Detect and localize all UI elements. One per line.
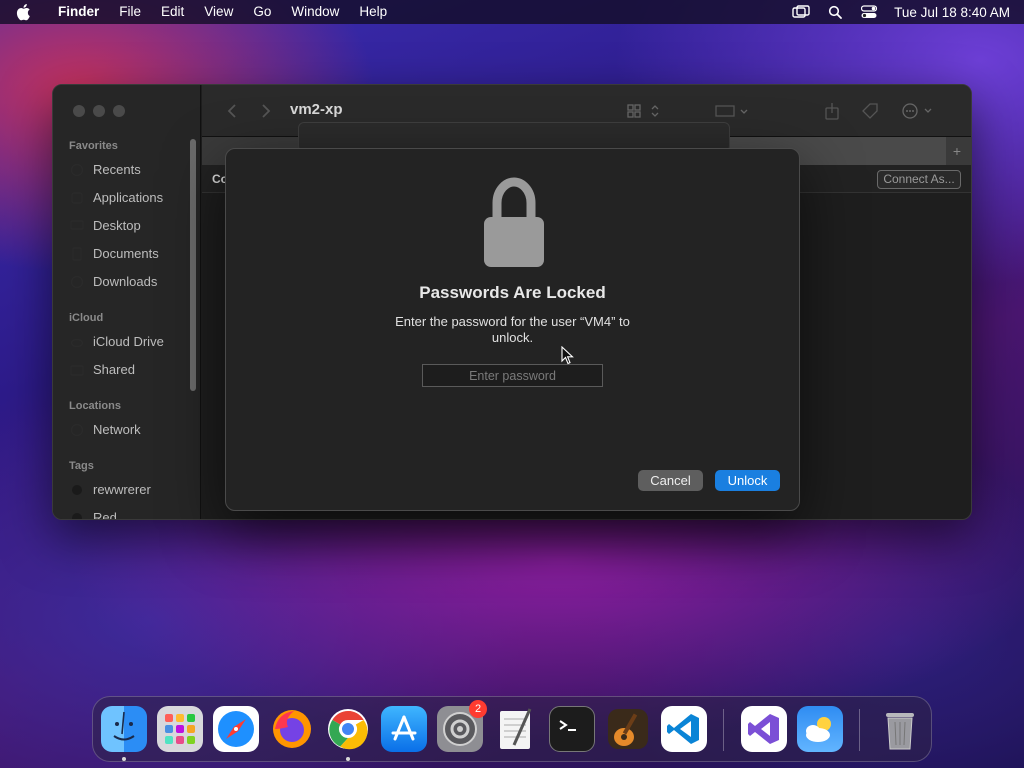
dock-terminal-icon[interactable] [549, 706, 595, 752]
dock-textedit-icon[interactable] [493, 706, 539, 752]
clock-icon [69, 163, 85, 177]
apple-menu-icon[interactable] [16, 0, 38, 24]
control-center-icon[interactable] [860, 5, 878, 19]
running-indicator [346, 757, 350, 761]
notification-badge: 2 [469, 700, 487, 718]
tag-dot-icon [69, 483, 85, 497]
sidebar-item-icloud-drive[interactable]: iCloud Drive [69, 334, 164, 349]
menu-app-finder[interactable]: Finder [48, 0, 109, 24]
sidebar-section-icloud: iCloud [69, 312, 104, 324]
screen-mirroring-icon[interactable] [792, 5, 810, 19]
mouse-cursor-icon [561, 345, 575, 366]
menu-window[interactable]: Window [281, 0, 349, 24]
window-controls [73, 105, 125, 117]
menu-clock[interactable]: Tue Jul 18 8:40 AM [894, 5, 1010, 20]
sidebar-item-documents[interactable]: Documents [69, 246, 159, 261]
dock: 2 [92, 696, 932, 762]
running-indicator [122, 757, 126, 761]
menu-file[interactable]: File [109, 0, 151, 24]
sidebar-section-favorites: Favorites [69, 140, 118, 152]
cancel-button[interactable]: Cancel [638, 470, 703, 491]
dock-launchpad-icon[interactable] [157, 706, 203, 752]
menu-go[interactable]: Go [243, 0, 281, 24]
share-icon[interactable] [820, 101, 844, 121]
sidebar-item-label: Recents [93, 162, 141, 177]
network-globe-icon [69, 423, 85, 437]
menu-bar: Finder File Edit View Go Window Help Tue… [0, 0, 1024, 24]
tag-dot-icon [69, 511, 85, 519]
sidebar-item-label: Red [93, 510, 117, 520]
new-tab-plus-icon[interactable]: + [949, 143, 965, 159]
sidebar-item-desktop[interactable]: Desktop [69, 218, 141, 233]
dialog-title: Passwords Are Locked [419, 283, 606, 302]
desktop-icon [69, 219, 85, 233]
dialog-message: Enter the password for the user “VM4” to… [395, 314, 630, 345]
download-icon [69, 275, 85, 289]
password-field[interactable] [422, 364, 603, 387]
close-window-button[interactable] [73, 105, 85, 117]
menu-help[interactable]: Help [349, 0, 397, 24]
cloud-icon [69, 335, 85, 349]
dock-chrome-icon[interactable] [325, 706, 371, 752]
finder-sidebar: Favorites Recents Applications Desktop D… [53, 85, 201, 519]
sidebar-item-label: Documents [93, 246, 159, 261]
forward-chevron-icon[interactable] [254, 101, 278, 121]
dock-weather-icon[interactable] [797, 706, 843, 752]
window-title: vm2-xp [290, 101, 343, 118]
lock-icon [482, 177, 546, 267]
sidebar-item-label: rewwrerer [93, 482, 151, 497]
minimize-window-button[interactable] [93, 105, 105, 117]
connect-as-button[interactable]: Connect As... [877, 170, 961, 189]
dock-app-store-icon[interactable] [381, 706, 427, 752]
sidebar-item-label: iCloud Drive [93, 334, 164, 349]
unlock-button[interactable]: Unlock [715, 470, 780, 491]
dock-trash-icon[interactable] [877, 706, 923, 752]
document-icon [69, 246, 85, 261]
sidebar-item-downloads[interactable]: Downloads [69, 274, 157, 289]
sidebar-scrollbar[interactable] [190, 139, 196, 391]
applications-icon [69, 191, 85, 205]
passwords-locked-dialog: Passwords Are Locked Enter the password … [225, 148, 800, 511]
zoom-window-button[interactable] [113, 105, 125, 117]
sidebar-item-network[interactable]: Network [69, 422, 141, 437]
sidebar-item-label: Downloads [93, 274, 158, 289]
dock-separator [859, 709, 860, 751]
view-grid-icon[interactable] [624, 101, 664, 121]
back-chevron-icon[interactable] [220, 101, 244, 121]
sidebar-section-tags: Tags [69, 460, 94, 472]
dock-finder-icon[interactable] [101, 706, 147, 752]
sidebar-item-tag-rewwrerer[interactable]: rewwrerer [69, 482, 151, 497]
menu-view[interactable]: View [194, 0, 243, 24]
sidebar-item-label: Applications [93, 190, 164, 205]
tag-icon[interactable] [858, 101, 882, 121]
menu-edit[interactable]: Edit [151, 0, 194, 24]
sidebar-item-label: Desktop [93, 218, 141, 233]
sidebar-item-label: Network [93, 422, 141, 437]
sidebar-section-locations: Locations [69, 400, 121, 412]
sidebar-item-label: Shared [93, 362, 135, 377]
dock-visual-studio-icon[interactable] [741, 706, 787, 752]
dock-garageband-icon[interactable] [605, 706, 651, 752]
group-by-icon[interactable] [712, 101, 752, 121]
shared-folder-icon [69, 363, 85, 377]
dock-firefox-icon[interactable] [269, 706, 315, 752]
sidebar-item-applications[interactable]: Applications [69, 190, 163, 205]
dock-safari-icon[interactable] [213, 706, 259, 752]
sidebar-item-recents[interactable]: Recents [69, 162, 141, 177]
sidebar-item-shared[interactable]: Shared [69, 362, 135, 377]
sidebar-item-tag-red[interactable]: Red [69, 510, 117, 520]
spotlight-search-icon[interactable] [826, 5, 844, 19]
dock-separator [723, 709, 724, 751]
dock-vscode-icon[interactable] [661, 706, 707, 752]
more-actions-icon[interactable] [898, 101, 938, 121]
